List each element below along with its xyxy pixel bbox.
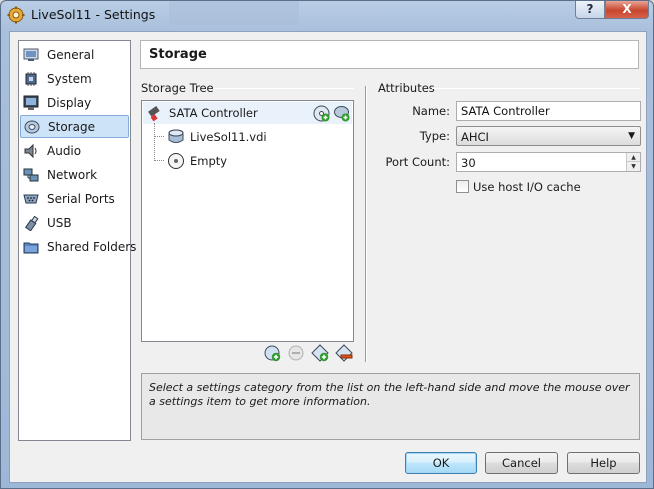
add-hard-disk-icon[interactable] <box>333 105 350 122</box>
sidebar-item-label: Storage <box>48 120 95 134</box>
name-input[interactable] <box>456 101 641 121</box>
hard-disk-icon <box>168 129 184 143</box>
sidebar-item-storage[interactable]: Storage <box>20 115 129 138</box>
optical-disc-icon <box>168 153 184 169</box>
remove-controller-icon[interactable] <box>287 344 305 362</box>
cancel-button[interactable]: Cancel <box>485 452 558 474</box>
type-label: Type: <box>419 129 450 143</box>
type-selected-value: AHCI <box>461 130 489 144</box>
storage-tree[interactable]: SATA Controller LiveSol11.vdi Empty <box>141 100 354 342</box>
add-cd-dvd-icon[interactable] <box>313 105 330 122</box>
spin-down-icon[interactable]: ▼ <box>627 162 640 171</box>
tree-item-label: Empty <box>190 154 228 168</box>
folder-icon <box>23 242 39 254</box>
help-button[interactable]: Help <box>567 452 640 474</box>
sidebar-item-usb[interactable]: USB <box>20 212 129 235</box>
title-close-button[interactable]: X <box>605 1 649 19</box>
network-icon <box>23 168 39 182</box>
sidebar-item-system[interactable]: System <box>20 68 129 91</box>
port-count-value: 30 <box>461 156 476 170</box>
host-io-cache-label[interactable]: Use host I/O cache <box>473 180 581 194</box>
host-io-cache-checkbox[interactable] <box>456 180 469 193</box>
title-bar[interactable]: LiveSol11 - Settings ? X <box>1 1 653 29</box>
page-title-box: Storage <box>140 40 639 69</box>
port-count-spinbox[interactable]: 30 ▲ ▼ <box>456 152 641 172</box>
panel-splitter[interactable] <box>365 86 367 362</box>
sidebar-item-audio[interactable]: Audio <box>20 140 129 163</box>
tree-item-label: SATA Controller <box>169 106 258 120</box>
tree-item-sata-controller[interactable]: SATA Controller <box>143 102 352 124</box>
port-count-label: Port Count: <box>385 155 450 169</box>
usb-icon <box>24 215 39 231</box>
sidebar-item-label: Network <box>47 168 98 182</box>
settings-window: LiveSol11 - Settings ? X General System … <box>0 0 654 489</box>
dialog-body: General System Display Storage Audio Net… <box>9 31 647 483</box>
sidebar-item-label: Serial Ports <box>47 192 115 206</box>
info-text: Select a settings category from the list… <box>149 381 630 408</box>
add-attachment-icon[interactable] <box>311 344 329 362</box>
tree-connector <box>154 160 164 161</box>
settings-gear-icon <box>7 6 25 24</box>
page-title: Storage <box>149 47 207 62</box>
sidebar-item-shared-folders[interactable]: Shared Folders <box>20 236 136 259</box>
title-help-button[interactable]: ? <box>575 1 605 19</box>
category-list: General System Display Storage Audio Net… <box>18 40 136 441</box>
chevron-down-icon: ▼ <box>628 131 635 141</box>
background-window-ghost <box>169 1 299 25</box>
system-chip-icon <box>25 72 37 86</box>
sidebar-item-label: USB <box>47 216 72 230</box>
type-select[interactable]: AHCI ▼ <box>456 126 641 146</box>
spin-up-icon[interactable]: ▲ <box>627 153 640 162</box>
sidebar-item-label: General <box>47 48 95 62</box>
controller-icon <box>148 106 160 122</box>
spin-buttons: ▲ ▼ <box>626 153 640 171</box>
add-controller-icon[interactable] <box>263 344 281 362</box>
attributes-title: Attributes <box>378 81 435 95</box>
tree-item-label: LiveSol11.vdi <box>190 130 267 144</box>
storage-disk-icon <box>24 120 40 134</box>
sidebar-item-label: System <box>47 72 92 86</box>
serial-port-icon <box>23 194 39 204</box>
name-label: Name: <box>412 104 450 118</box>
ok-button[interactable]: OK <box>405 452 477 474</box>
sidebar-item-serial-ports[interactable]: Serial Ports <box>20 188 129 211</box>
speaker-icon <box>24 143 37 159</box>
window-title: LiveSol11 - Settings <box>31 7 156 22</box>
display-monitor-icon <box>23 95 39 110</box>
general-icon <box>23 48 39 61</box>
tree-connector <box>154 123 155 159</box>
info-panel: Select a settings category from the list… <box>141 373 640 440</box>
tree-connector <box>154 136 164 137</box>
storage-tree-title: Storage Tree <box>141 81 214 95</box>
sidebar-item-label: Display <box>47 96 92 110</box>
remove-attachment-icon[interactable] <box>335 344 353 362</box>
attributes-divider <box>432 88 640 89</box>
sidebar-item-network[interactable]: Network <box>20 164 129 187</box>
sidebar-item-label: Shared Folders <box>47 240 137 254</box>
sidebar-item-label: Audio <box>47 144 82 158</box>
sidebar-item-display[interactable]: Display <box>20 92 129 115</box>
storage-tree-divider <box>213 88 354 89</box>
sidebar-item-general[interactable]: General <box>20 44 129 67</box>
